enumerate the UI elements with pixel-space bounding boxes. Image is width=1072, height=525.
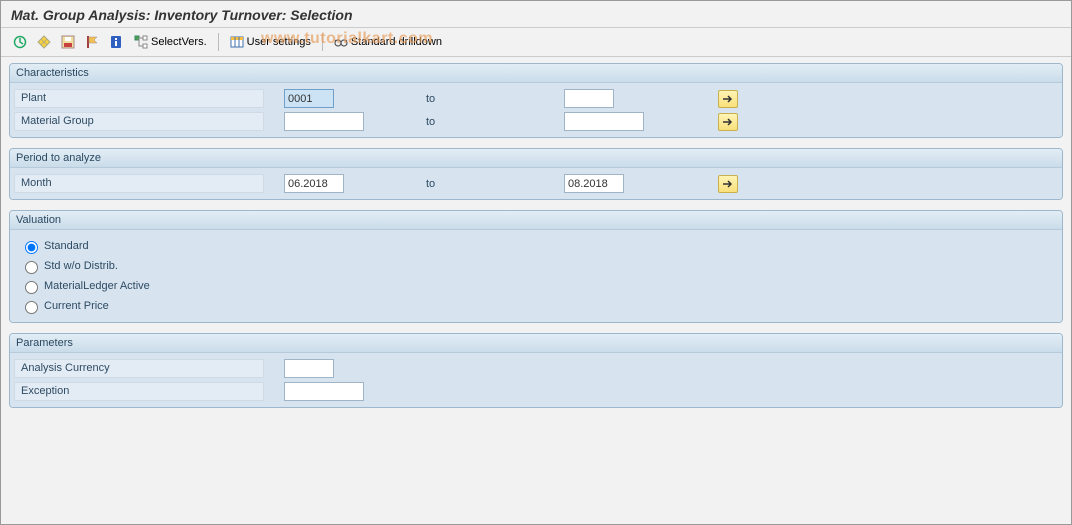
period-group: Period to analyze Month to [9,148,1063,200]
month-to-label: to [414,178,564,190]
exception-label: Exception [14,382,264,401]
plant-label: Plant [14,89,264,108]
table-settings-icon [230,35,244,49]
valuation-mlactive-label: MaterialLedger Active [44,280,150,292]
variant-button[interactable] [33,32,55,52]
material-group-from-input[interactable] [284,112,364,131]
info-icon [109,35,123,49]
valuation-stdwo-option[interactable]: Std w/o Distrib. [10,256,1062,276]
analysis-currency-label: Analysis Currency [14,359,264,378]
parameters-body: Analysis Currency Exception [10,353,1062,407]
valuation-standard-label: Standard [44,240,89,252]
flag-icon [85,35,99,49]
title-bar: Mat. Group Analysis: Inventory Turnover:… [1,1,1071,28]
save-button[interactable] [57,32,79,52]
material-group-to-input[interactable] [564,112,644,131]
valuation-currentprice-option[interactable]: Current Price [10,296,1062,316]
material-group-row: Material Group to [10,110,1062,133]
analysis-currency-input[interactable] [284,359,334,378]
application-toolbar: SelectVers. User settings Standard drill… [1,28,1071,57]
selection-screen: Characteristics Plant to Material Group [1,57,1071,424]
characteristics-body: Plant to Material Group to [10,83,1062,137]
valuation-stdwo-radio[interactable] [25,261,38,274]
characteristics-group: Characteristics Plant to Material Group [9,63,1063,138]
select-version-label: SelectVers. [151,36,207,48]
valuation-currentprice-label: Current Price [44,300,109,312]
valuation-body: Standard Std w/o Distrib. MaterialLedger… [10,230,1062,322]
period-title: Period to analyze [10,149,1062,168]
characteristics-title: Characteristics [10,64,1062,83]
arrow-right-icon [722,94,734,104]
parameters-group: Parameters Analysis Currency Exception [9,333,1063,408]
material-group-label: Material Group [14,112,264,131]
exception-input[interactable] [284,382,364,401]
arrow-right-icon [722,117,734,127]
analysis-currency-row: Analysis Currency [10,357,1062,380]
valuation-title: Valuation [10,211,1062,230]
valuation-standard-radio[interactable] [25,241,38,254]
plant-to-label: to [414,93,564,105]
select-version-button[interactable]: SelectVers. [129,32,212,52]
arrow-right-icon [722,179,734,189]
execute-button[interactable] [9,32,31,52]
page-title: Mat. Group Analysis: Inventory Turnover:… [11,7,353,23]
info-button[interactable] [105,32,127,52]
glasses-icon [334,35,348,49]
period-body: Month to [10,168,1062,199]
month-row: Month to [10,172,1062,195]
standard-drilldown-button[interactable]: Standard drilldown [329,32,447,52]
standard-drilldown-label: Standard drilldown [351,36,442,48]
material-group-to-label: to [414,116,564,128]
valuation-stdwo-label: Std w/o Distrib. [44,260,118,272]
clock-execute-icon [13,35,27,49]
plant-row: Plant to [10,87,1062,110]
goto-button[interactable] [81,32,103,52]
material-group-multiple-selection-button[interactable] [718,113,738,131]
month-from-input[interactable] [284,174,344,193]
valuation-mlactive-radio[interactable] [25,281,38,294]
user-settings-label: User settings [247,36,311,48]
month-label: Month [14,174,264,193]
tree-icon [134,35,148,49]
month-multiple-selection-button[interactable] [718,175,738,193]
diamond-icon [37,35,51,49]
valuation-currentprice-radio[interactable] [25,301,38,314]
plant-multiple-selection-button[interactable] [718,90,738,108]
toolbar-separator [218,33,219,51]
valuation-standard-option[interactable]: Standard [10,236,1062,256]
valuation-group: Valuation Standard Std w/o Distrib. Mate… [9,210,1063,323]
user-settings-button[interactable]: User settings [225,32,316,52]
valuation-mlactive-option[interactable]: MaterialLedger Active [10,276,1062,296]
month-to-input[interactable] [564,174,624,193]
exception-row: Exception [10,380,1062,403]
disk-icon [61,35,75,49]
plant-to-input[interactable] [564,89,614,108]
plant-from-input[interactable] [284,89,334,108]
toolbar-separator [322,33,323,51]
parameters-title: Parameters [10,334,1062,353]
